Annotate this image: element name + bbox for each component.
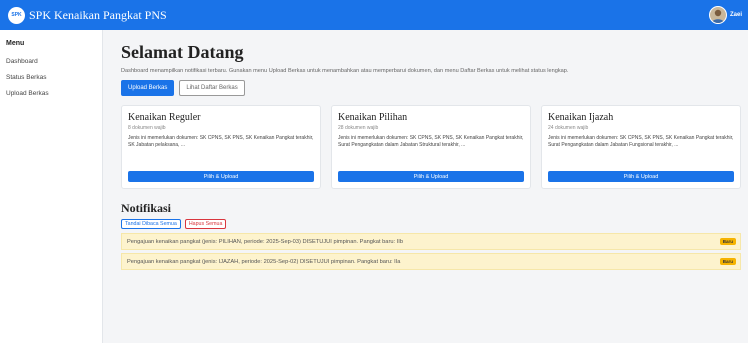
sidebar-item-dashboard[interactable]: Dashboard (6, 58, 102, 65)
page-actions: Upload Berkas Lihat Daftar Berkas (121, 80, 741, 96)
top-navbar: SPK SPK Kenaikan Pangkat PNS Zaei (0, 0, 748, 30)
upload-berkas-button[interactable]: Upload Berkas (121, 80, 175, 96)
notification-item[interactable]: Pengajuan kenaikan pangkat (jenis: IJAZA… (121, 253, 741, 270)
card-kenaikan-ijazah: Kenaikan Ijazah 24 dokumen wajib Jenis i… (541, 105, 741, 189)
pilih-upload-button[interactable]: Pilih & Upload (338, 171, 524, 182)
main-content: Selamat Datang Dashboard menampilkan not… (121, 30, 741, 273)
card-body: Jenis ini memerlukan dokumen: SK CPNS, S… (338, 135, 524, 148)
sidebar-item-status-berkas[interactable]: Status Berkas (6, 74, 102, 81)
new-badge: Baru (719, 238, 736, 245)
lihat-daftar-berkas-button[interactable]: Lihat Daftar Berkas (179, 80, 245, 96)
card-title: Kenaikan Reguler (128, 112, 201, 123)
user-avatar-icon (711, 9, 724, 23)
notification-text: Pengajuan kenaikan pangkat (jenis: IJAZA… (127, 258, 401, 265)
sidebar-item-upload-berkas[interactable]: Upload Berkas (6, 90, 102, 97)
notification-list: Pengajuan kenaikan pangkat (jenis: PILIH… (121, 233, 741, 270)
app-title[interactable]: SPK Kenaikan Pangkat PNS (29, 8, 167, 23)
user-name[interactable]: Zaei (730, 12, 742, 18)
pilih-upload-button[interactable]: Pilih & Upload (128, 171, 314, 182)
avatar[interactable] (708, 6, 727, 24)
card-title: Kenaikan Ijazah (548, 112, 614, 123)
notification-item[interactable]: Pengajuan kenaikan pangkat (jenis: PILIH… (121, 233, 741, 250)
card-group: Kenaikan Reguler 8 dokumen wajib Jenis i… (121, 105, 741, 189)
card-title: Kenaikan Pilihan (338, 112, 408, 123)
card-subtitle: 28 dokumen wajib (338, 125, 379, 131)
page-title: Selamat Datang (121, 42, 244, 62)
notifications-title: Notifikasi (121, 201, 172, 215)
mark-all-read-button[interactable]: Tandai Dibaca Semua (121, 219, 181, 229)
sidebar-title: Menu (6, 40, 25, 47)
new-badge: Baru (719, 258, 736, 265)
notification-actions: Tandai Dibaca Semua Hapus Semua (121, 219, 741, 229)
card-body: Jenis ini memerlukan dokumen: SK CPNS, S… (128, 135, 314, 148)
app-logo[interactable]: SPK (8, 6, 25, 24)
card-subtitle: 8 dokumen wajib (128, 125, 166, 131)
pilih-upload-button[interactable]: Pilih & Upload (548, 171, 734, 182)
user-menu[interactable]: Zaei (708, 6, 742, 24)
card-kenaikan-reguler: Kenaikan Reguler 8 dokumen wajib Jenis i… (121, 105, 321, 189)
card-kenaikan-pilihan: Kenaikan Pilihan 28 dokumen wajib Jenis … (331, 105, 531, 189)
sidebar: Menu Dashboard Status Berkas Upload Berk… (0, 30, 103, 343)
card-body: Jenis ini memerlukan dokumen: SK CPNS, S… (548, 135, 734, 148)
card-subtitle: 24 dokumen wajib (548, 125, 589, 131)
page-description: Dashboard menampilkan notifikasi terbaru… (121, 68, 569, 74)
notification-text: Pengajuan kenaikan pangkat (jenis: PILIH… (127, 238, 404, 245)
delete-all-button[interactable]: Hapus Semua (184, 219, 227, 229)
